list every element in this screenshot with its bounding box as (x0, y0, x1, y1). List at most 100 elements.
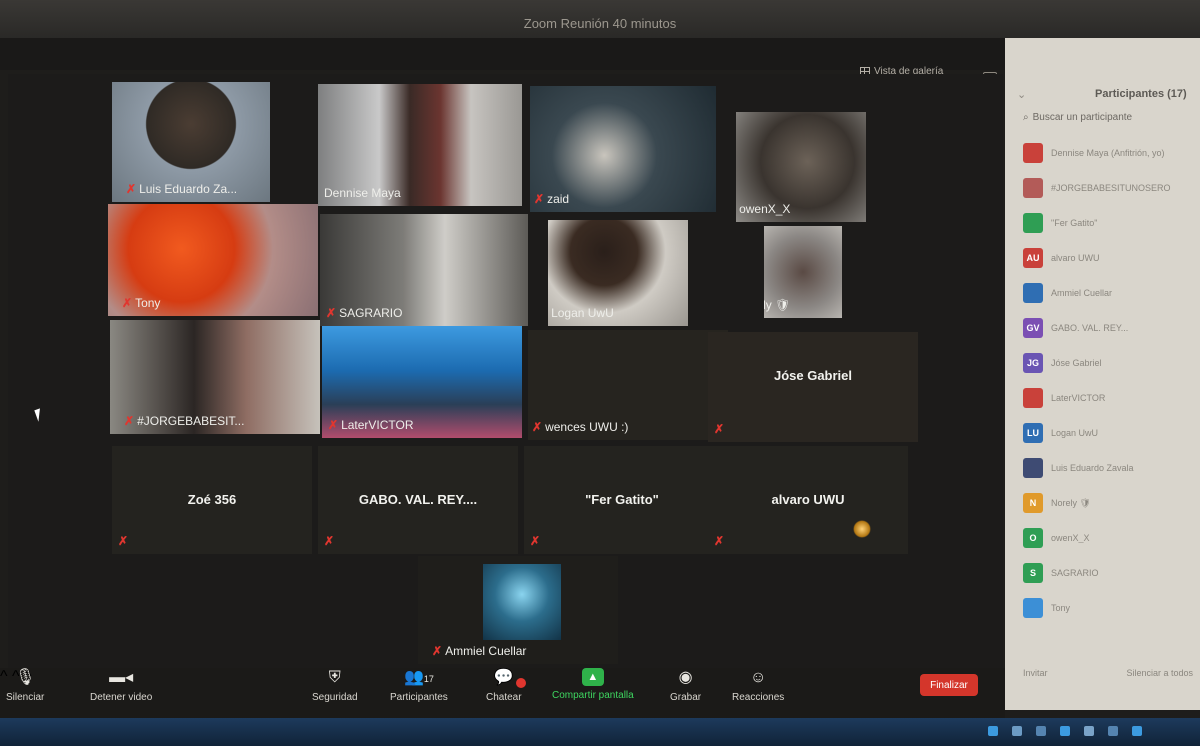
video-label: Detener video (90, 692, 153, 703)
avatar (1023, 283, 1043, 303)
participant-list-name: owenX_X (1051, 533, 1090, 543)
participant-list-item[interactable]: AU alvaro UWU (1023, 247, 1193, 269)
security-button[interactable]: ⛨ Seguridad (312, 668, 358, 703)
avatar: N (1023, 493, 1043, 513)
participant-list-item[interactable]: Dennise Maya (Anfitrión, yo) (1023, 142, 1193, 164)
video-tile[interactable]: GABO. VAL. REY.... ✗ (318, 446, 518, 554)
participant-name: "Fer Gatito" (585, 492, 659, 507)
participant-list-item[interactable]: N Norely 🛡 (1023, 492, 1193, 514)
participant-list-item[interactable]: Ammiel Cuellar (1023, 282, 1193, 304)
participant-list-item[interactable]: LU Logan UwU (1023, 422, 1193, 444)
participant-list-name: Dennise Maya (Anfitrión, yo) (1051, 148, 1165, 158)
participant-list-item[interactable]: LaterVICTOR (1023, 387, 1193, 409)
participant-name: Tony (135, 296, 161, 310)
video-tile[interactable]: ✗ #JORGEBABESIT... (110, 320, 320, 434)
participant-list-name: Norely 🛡 (1051, 497, 1091, 508)
avatar: AU (1023, 248, 1043, 268)
participant-list-name: "Fer Gatito" (1051, 218, 1098, 228)
video-tile[interactable]: ✗Norely 🛡 (764, 226, 842, 318)
tray-icon[interactable] (1036, 726, 1046, 736)
avatar (1023, 213, 1043, 233)
avatar: LU (1023, 423, 1043, 443)
video-tile[interactable]: ✗ Luis Eduardo Za... (112, 82, 270, 202)
participant-name: Norely 🛡 (764, 298, 791, 312)
video-tile[interactable]: alvaro UWU ✗ (708, 446, 908, 554)
mute-label: Silenciar (6, 692, 45, 703)
avatar (1023, 598, 1043, 618)
participant-list-item[interactable]: S SAGRARIO (1023, 562, 1193, 584)
participant-list-item[interactable]: Tony (1023, 597, 1193, 619)
participant-name: owenX_X (739, 202, 791, 216)
tray-icon[interactable] (988, 726, 998, 736)
participants-count: 17 (423, 674, 434, 684)
avatar: S (1023, 563, 1043, 583)
participant-name: Ammiel Cuellar (445, 644, 527, 658)
participant-list-item[interactable]: OowenX_X (1023, 527, 1193, 549)
tray-icon[interactable] (1108, 726, 1118, 736)
tray-icon[interactable] (1084, 726, 1094, 736)
invite-button[interactable]: Invitar (1023, 668, 1048, 678)
record-icon: ◉ (678, 669, 693, 686)
participant-list-item[interactable]: Luis Eduardo Zavala (1023, 457, 1193, 479)
muted-mic-icon: ✗ (432, 644, 443, 658)
participant-list-item[interactable]: #JORGEBABESITUNOSERO (1023, 177, 1193, 199)
reactions-button[interactable]: ☺ Reacciones (732, 668, 784, 703)
search-input[interactable]: Buscar un participante (1033, 112, 1133, 123)
video-tile[interactable]: ✗ wences UWU :) (528, 330, 728, 440)
video-tile[interactable]: ✗ SAGRARIO (320, 214, 528, 326)
video-tile[interactable]: ✗ Tony (108, 204, 318, 316)
participant-name: SAGRARIO (339, 306, 403, 320)
participant-list-item[interactable]: JG Jóse Gabriel (1023, 352, 1193, 374)
video-tile[interactable]: Zoé 356 ✗ (112, 446, 312, 554)
video-tile[interactable]: ✗ zaid (530, 86, 716, 212)
video-tile[interactable]: ✗owenX_X (736, 112, 866, 222)
end-meeting-button[interactable]: Finalizar (920, 674, 978, 696)
tray-icon[interactable] (1132, 726, 1142, 736)
tray-icon[interactable] (1012, 726, 1022, 736)
video-tile[interactable]: Dennise Maya (318, 84, 522, 206)
muted-mic-icon: ✗ (124, 414, 135, 428)
participant-list-item[interactable]: "Fer Gatito" (1023, 212, 1193, 234)
stop-video-button[interactable]: ▬◂ Detener video (90, 668, 152, 703)
window-title: Zoom Reunión 40 minutos (523, 16, 677, 31)
participant-name: wences UWU :) (545, 420, 629, 434)
mute-button[interactable]: 🎙 Silenciar (6, 668, 44, 703)
participant-list-name: Luis Eduardo Zavala (1051, 463, 1134, 473)
video-tile[interactable]: ✗ Ammiel Cuellar (418, 556, 618, 664)
muted-mic-icon: ✗ (714, 534, 725, 548)
participant-search[interactable]: ⌕ Buscar un participante (1023, 112, 1132, 123)
record-button[interactable]: ◉ Grabar (670, 668, 701, 703)
participant-list-name: Jóse Gabriel (1051, 358, 1102, 368)
microphone-icon: 🎙 (15, 669, 36, 686)
video-tile[interactable]: ✗ LaterVICTOR (322, 326, 522, 438)
video-tile[interactable]: Jóse Gabriel ✗ (708, 332, 918, 442)
light-glare (853, 520, 871, 538)
video-tile[interactable]: ✗Logan UwU (548, 220, 688, 326)
participant-list-name: GABO. VAL. REY... (1051, 323, 1129, 333)
participant-name: GABO. VAL. REY.... (358, 492, 478, 507)
participant-list-name: SAGRARIO (1051, 568, 1099, 578)
record-label: Grabar (670, 692, 702, 703)
mute-all-button[interactable]: Silenciar a todos (1126, 668, 1193, 678)
muted-mic-icon: ✗ (326, 306, 337, 320)
chat-notification-badge (516, 678, 526, 688)
smiley-icon: ☺ (749, 669, 767, 686)
avatar: JG (1023, 353, 1043, 373)
share-screen-icon: ▲ (581, 668, 604, 686)
tray-icon[interactable] (1060, 726, 1070, 736)
collapse-icon[interactable]: ⌄ (1017, 88, 1026, 101)
share-label: Compartir pantalla (552, 690, 634, 701)
participants-button[interactable]: 👥17 Participantes (390, 668, 448, 703)
participant-list-item[interactable]: GV GABO. VAL. REY... (1023, 317, 1193, 339)
muted-mic-icon: ✗ (328, 418, 339, 432)
video-tile[interactable]: "Fer Gatito" ✗ (524, 446, 720, 554)
participants-label: Participantes (390, 692, 448, 703)
participant-name: alvaro UWU (771, 492, 845, 507)
search-icon: ⌕ (1023, 112, 1029, 123)
participant-list-name: #JORGEBABESITUNOSERO (1051, 183, 1171, 193)
participant-name: #JORGEBABESIT... (137, 414, 245, 428)
share-screen-button[interactable]: ▲ Compartir pantalla (552, 668, 634, 701)
reactions-label: Reacciones (732, 692, 785, 703)
shield-icon: ⛨ (328, 669, 341, 686)
muted-mic-icon: ✗ (534, 192, 545, 206)
